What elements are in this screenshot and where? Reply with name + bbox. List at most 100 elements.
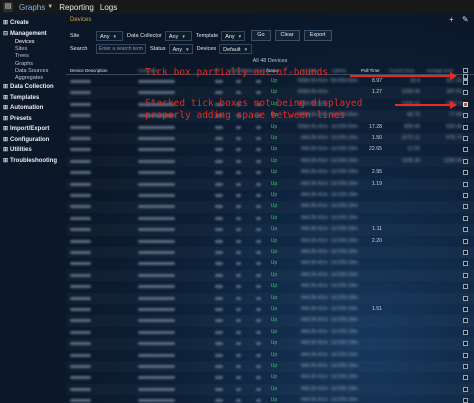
devices-select[interactable]: Default ▼ — [219, 43, 253, 54]
table-row[interactable]: Up 558d:3h:41m 1d:20h:00m 17.28 839.45 630.46 — [66, 122, 474, 133]
row-select-checkbox[interactable] — [463, 272, 468, 278]
expand-icon[interactable]: ⊞ — [3, 82, 10, 93]
go-button[interactable]: Go — [251, 30, 271, 41]
column-device-description[interactable]: Device Description — [70, 67, 140, 75]
row-select-checkbox[interactable] — [463, 215, 468, 221]
sidebar-item-automation[interactable]: ⊞ Automation — [0, 103, 66, 114]
table-row[interactable]: Up 44d:3h:41m 1d:20h:18m 1.11 — [66, 224, 474, 235]
table-row[interactable]: Up 44d:3h:41m 1d:20h:18m — [66, 327, 474, 338]
table-row[interactable]: Up 44d:3h:41m 1d:20h:18m — [66, 338, 474, 349]
row-select-checkbox[interactable] — [463, 329, 468, 335]
row-select-checkbox[interactable] — [463, 113, 468, 119]
search-input[interactable]: Enter a search term — [96, 43, 146, 54]
table-row[interactable]: Up 44d:3h:41m 1d:20h:18m 22.65 12.55 — [66, 144, 474, 155]
row-select-checkbox[interactable] — [463, 158, 468, 164]
row-select-checkbox[interactable] — [463, 170, 468, 176]
row-select-checkbox[interactable] — [463, 227, 468, 233]
expand-icon[interactable]: ⊞ — [3, 124, 10, 135]
export-button[interactable]: Export — [303, 30, 332, 41]
row-select-checkbox[interactable] — [463, 238, 468, 244]
sidebar-subitem-graphs[interactable]: Graphs — [0, 61, 66, 68]
table-row[interactable]: Up 44d:3h:41m 1d:20h:18m 2.95 — [66, 167, 474, 178]
row-select-checkbox[interactable] — [463, 147, 468, 153]
row-select-checkbox[interactable] — [463, 295, 468, 301]
table-row[interactable]: Up 44d:3h:41m 1d:20h:18m — [66, 213, 474, 224]
column-poll-time[interactable]: Poll Time — [361, 67, 383, 75]
chevron-down-icon[interactable]: ▼ — [47, 4, 53, 10]
table-row[interactable]: Up 44d:3h:41m 1d:20h:18m — [66, 258, 474, 269]
column-uptime[interactable]: Uptime — [332, 67, 354, 75]
data-collector-select[interactable]: Any ▼ — [164, 30, 192, 41]
row-select-checkbox[interactable] — [463, 352, 468, 358]
row-select-checkbox[interactable] — [463, 386, 468, 392]
row-select-checkbox[interactable] — [463, 181, 468, 187]
sidebar-item-utilities[interactable]: ⊞ Utilities — [0, 145, 66, 156]
row-select-checkbox[interactable] — [463, 364, 468, 369]
add-device-icon[interactable]: + — [449, 15, 454, 24]
row-select-checkbox[interactable] — [463, 398, 468, 403]
sidebar-item-management[interactable]: ⊟ Management — [0, 29, 66, 40]
tab-logs[interactable]: Logs — [100, 3, 117, 12]
wrench-icon[interactable]: ✎ — [462, 15, 469, 24]
table-row[interactable]: Up 44d:3h:41m 1d:20h:18m — [66, 201, 474, 212]
row-select-checkbox[interactable] — [463, 375, 468, 381]
site-select[interactable]: Any ▼ — [96, 30, 123, 41]
expand-icon[interactable]: ⊞ — [3, 103, 10, 114]
expand-icon[interactable]: ⊞ — [3, 93, 10, 104]
clear-button[interactable]: Clear — [274, 30, 300, 41]
row-select-checkbox[interactable] — [463, 341, 468, 347]
table-row[interactable]: Up 44d:3h:41m 1d:20h:18m — [66, 372, 474, 383]
expand-icon[interactable]: ⊞ — [3, 18, 10, 29]
sidebar-subitem-aggregates[interactable]: Aggregates — [0, 75, 66, 82]
row-select-checkbox[interactable] — [463, 124, 468, 130]
template-select[interactable]: Any ▼ — [221, 30, 246, 41]
table-row[interactable]: Up 44d:3h:41m 1d:20h:18m — [66, 270, 474, 281]
sidebar-subitem-sites[interactable]: Sites — [0, 46, 66, 53]
table-row[interactable]: Up 44d:3h:41m 1d:20h:18m — [66, 247, 474, 258]
table-row[interactable]: Up 44d:3h:41m 1d:20h:18m — [66, 395, 474, 403]
tab-graphs[interactable]: Graphs — [19, 3, 45, 12]
expand-icon[interactable]: ⊞ — [3, 156, 10, 167]
table-row[interactable]: Up 44d:3h:41m 1d:20h:18m — [66, 384, 474, 395]
sidebar-item-create[interactable]: ⊞ Create — [0, 18, 66, 29]
row-select-checkbox[interactable] — [463, 284, 468, 290]
row-select-checkbox[interactable] — [463, 261, 468, 267]
table-row[interactable]: Up 44d:3h:41m 1d:20h:16m 1.50 1070.12 978.74 — [66, 133, 474, 144]
menu-icon[interactable]: ▤ — [3, 2, 13, 12]
table-row[interactable]: Up 44d:3h:41m 1d:20h:18m 1.19 — [66, 179, 474, 190]
column-current[interactable]: Current (ms) — [389, 67, 419, 75]
table-row[interactable]: Up 44d:3h:41m 1d:20h:18m — [66, 293, 474, 304]
table-row[interactable]: Up 44d:3h:41m 1d:20h:18m — [66, 315, 474, 326]
expand-icon[interactable]: ⊞ — [3, 135, 10, 146]
sidebar-item-data-collection[interactable]: ⊞ Data Collection — [0, 82, 66, 93]
table-row[interactable]: Up 44d:3h:41m 1d:20h:18m — [66, 350, 474, 361]
table-row[interactable]: Up 44d:3h:41m 1d:20h:18m 2.20 — [66, 236, 474, 247]
sidebar-item-import-export[interactable]: ⊞ Import/Export — [0, 124, 66, 135]
collapse-icon[interactable]: ⊟ — [3, 29, 10, 40]
table-row[interactable]: Up 44d:3h:41m 1d:20h:18m — [66, 190, 474, 201]
expand-icon[interactable]: ⊞ — [3, 114, 10, 125]
sidebar-item-configuration[interactable]: ⊞ Configuration — [0, 135, 66, 146]
row-select-checkbox[interactable] — [463, 136, 468, 141]
sidebar-subitem-devices[interactable]: Devices — [0, 39, 66, 46]
row-select-checkbox[interactable] — [463, 193, 468, 198]
table-row[interactable]: Up 44d:3h:41m 1d:20h:18m — [66, 361, 474, 372]
select-all-checkbox[interactable] — [463, 80, 468, 85]
sidebar-subitem-data-sources[interactable]: Data Sources — [0, 68, 66, 75]
row-select-checkbox[interactable] — [463, 204, 468, 210]
tab-reporting[interactable]: Reporting — [59, 3, 94, 12]
sidebar-item-presets[interactable]: ⊞ Presets — [0, 114, 66, 125]
table-row[interactable]: Up 44d:3h:41m 1d:20h:18m — [66, 281, 474, 292]
sidebar-item-troubleshooting[interactable]: ⊞ Troubleshooting — [0, 156, 66, 167]
status-select[interactable]: Any ▼ — [168, 43, 193, 54]
row-select-checkbox[interactable] — [463, 318, 468, 324]
sidebar-subitem-trees[interactable]: Trees — [0, 53, 66, 60]
table-row[interactable]: Up 44d:3h:41m 1d:20h:18m 1.51 — [66, 304, 474, 315]
expand-icon[interactable]: ⊞ — [3, 145, 10, 156]
select-all-checkbox[interactable] — [463, 74, 468, 79]
select-all-checkbox[interactable] — [463, 68, 468, 73]
row-select-checkbox[interactable] — [463, 307, 468, 312]
row-select-checkbox[interactable] — [463, 101, 468, 107]
sidebar-item-templates[interactable]: ⊞ Templates — [0, 93, 66, 104]
row-select-checkbox[interactable] — [463, 250, 468, 255]
